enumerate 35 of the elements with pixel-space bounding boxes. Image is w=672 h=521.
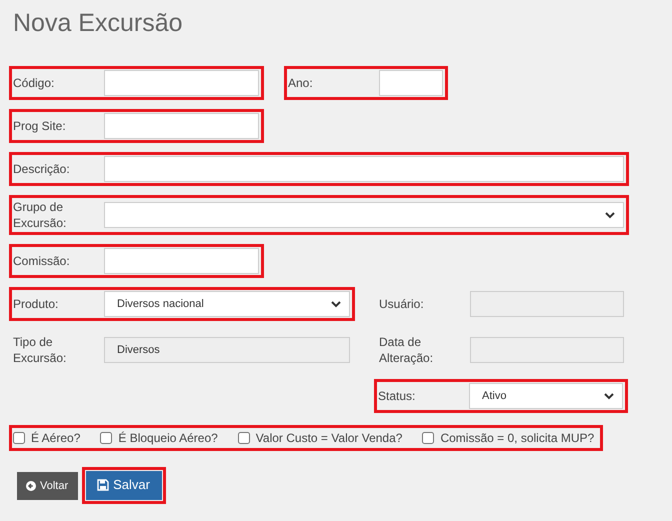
input-field[interactable] [104,156,624,182]
checkbox[interactable] [100,432,112,444]
input-field[interactable] [104,70,259,96]
back-arrow-icon [26,480,36,490]
field-label: Tipo de Excursão: [13,334,68,366]
checkbox-label[interactable]: É Aéreo? [31,431,80,445]
checkbox[interactable] [13,432,25,444]
field-label: Produto: [13,296,60,312]
field-label: Comissão: [13,253,71,269]
checkbox-label[interactable]: Comissão = 0, solicita MUP? [440,431,594,445]
save-button[interactable]: Salvar [86,471,162,500]
field-label: Data de Alteração: [379,334,434,366]
field-label: Prog Site: [13,118,67,134]
checkbox[interactable] [422,432,434,444]
select-field[interactable] [104,202,624,228]
field-label: Status: [378,388,416,404]
field-label: Código: [13,75,56,91]
field-label: Grupo de Excursão: [13,199,68,231]
page-title: Nova Excursão [13,8,184,38]
input-field[interactable] [379,70,443,96]
chevron-icon [605,212,615,218]
readonly-field: Diversos [104,337,350,363]
select-field[interactable]: Diversos nacional [104,291,350,317]
field-label: Usuário: [379,296,425,312]
select-field[interactable]: Ativo [469,383,623,409]
field-label: Descrição: [13,161,71,177]
checkbox-label[interactable]: É Bloqueio Aéreo? [118,431,218,445]
field-label: Ano: [288,75,314,91]
chevron-icon [331,300,341,308]
back-button[interactable]: Voltar [17,472,78,500]
checkbox[interactable] [238,432,250,444]
input-field[interactable] [104,113,259,139]
checkbox-label[interactable]: Valor Custo = Valor Venda? [256,431,402,445]
chevron-icon [604,392,614,400]
input-field[interactable] [104,248,259,274]
